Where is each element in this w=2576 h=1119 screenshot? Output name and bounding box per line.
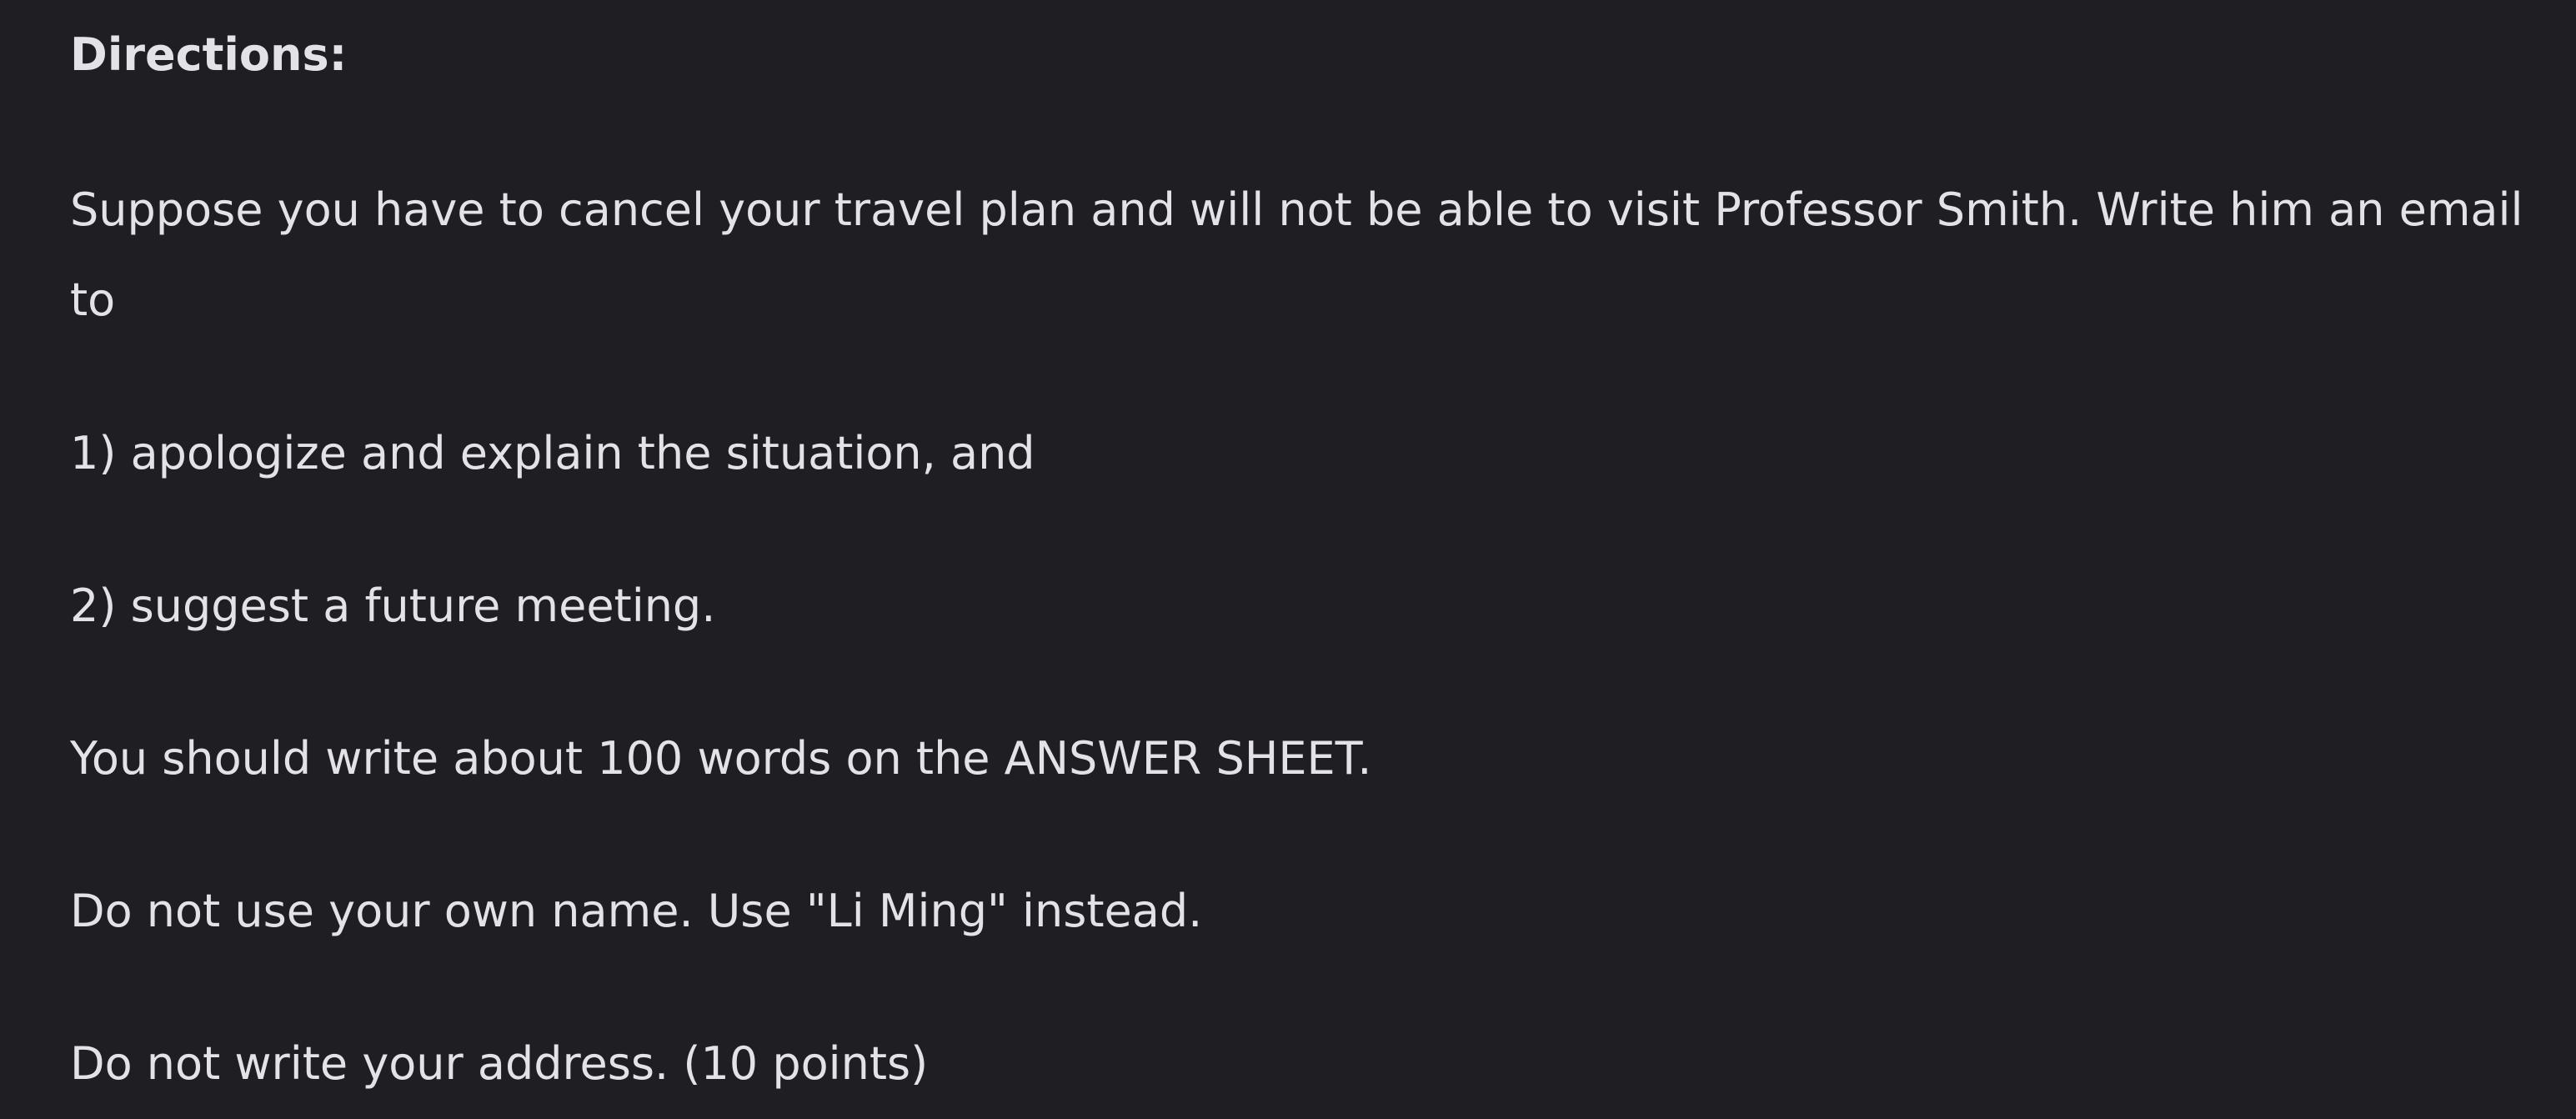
requirement-1: 1) apologize and explain the situation, … — [70, 427, 1035, 479]
task-description-line-1: Suppose you have to cancel your travel p… — [70, 183, 2523, 236]
directions-heading: Directions: — [70, 28, 348, 81]
task-description-line-2: to — [70, 273, 116, 326]
address-instruction: Do not write your address. (10 points) — [70, 1037, 929, 1090]
directions-document: Directions: Suppose you have to cancel y… — [0, 0, 2576, 1119]
name-instruction: Do not use your own name. Use "Li Ming" … — [70, 885, 1203, 937]
requirement-2: 2) suggest a future meeting. — [70, 580, 716, 632]
word-count-instruction: You should write about 100 words on the … — [70, 732, 1372, 785]
